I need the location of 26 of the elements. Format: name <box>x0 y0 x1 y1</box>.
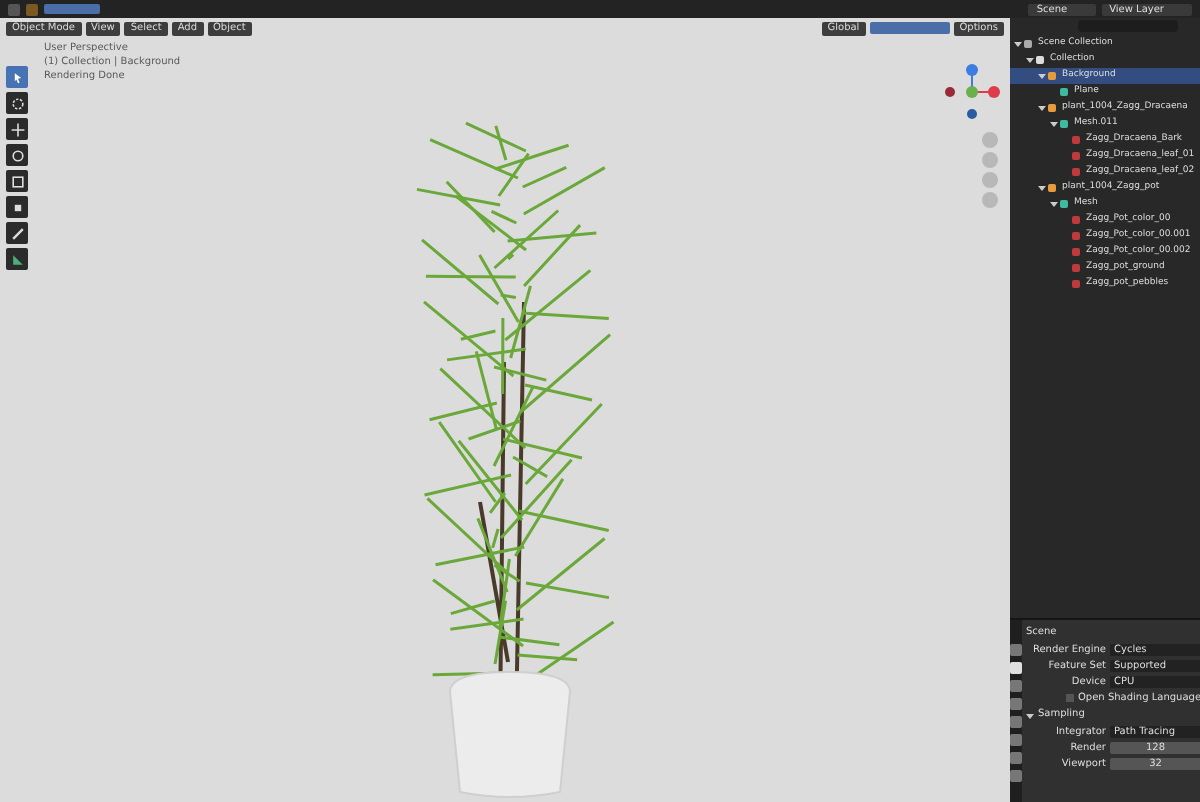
properties-tab-icon[interactable] <box>1010 752 1022 764</box>
properties-tab-icon[interactable] <box>1010 644 1022 656</box>
tool-icon[interactable] <box>6 92 28 114</box>
tool-icon[interactable] <box>6 248 28 270</box>
tool-icon[interactable] <box>6 170 28 192</box>
properties-tab-icon[interactable] <box>1010 698 1022 710</box>
tool-icon[interactable] <box>6 66 28 88</box>
tool-icon[interactable] <box>6 118 28 140</box>
properties-tab-icon[interactable] <box>1010 716 1022 728</box>
properties-tab-icon[interactable] <box>1010 734 1022 746</box>
tool-icon[interactable] <box>6 144 28 166</box>
disclosure-triangle-icon[interactable] <box>1026 711 1034 719</box>
disclosure-triangle-icon[interactable] <box>1050 120 1058 128</box>
axis-gizmo-icon[interactable] <box>942 62 1002 122</box>
tool-icon[interactable] <box>6 196 28 218</box>
disclosure-triangle-icon[interactable] <box>1026 56 1034 64</box>
checkbox[interactable] <box>1066 694 1074 702</box>
properties-tab-icon[interactable] <box>1010 680 1022 692</box>
disclosure-triangle-icon[interactable] <box>1038 72 1046 80</box>
disclosure-triangle-icon[interactable] <box>1014 40 1022 48</box>
disclosure-triangle-icon[interactable] <box>1038 104 1046 112</box>
disclosure-triangle-icon[interactable] <box>1038 184 1046 192</box>
disclosure-triangle-icon[interactable] <box>1050 200 1058 208</box>
tool-icon[interactable] <box>6 222 28 244</box>
properties-tab-icon[interactable] <box>1010 770 1022 782</box>
properties-tab-icon[interactable] <box>1010 662 1022 674</box>
